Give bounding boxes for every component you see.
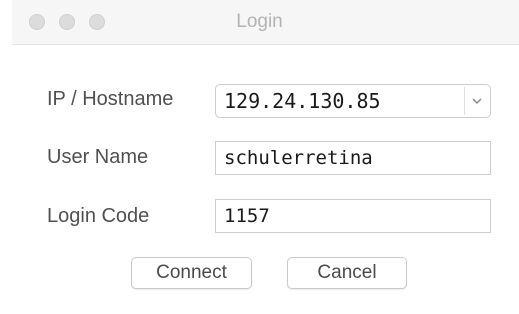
host-value[interactable]: 129.24.130.85	[224, 89, 381, 113]
user-name-label: User Name	[47, 146, 149, 168]
user-name-field[interactable]: schulerretina	[215, 141, 491, 175]
connect-button[interactable]: Connect	[131, 257, 252, 289]
title-bar[interactable]: Login	[12, 0, 519, 45]
login-window: Login IP / Hostname 129.24.130.85 User N…	[0, 0, 519, 314]
cancel-button[interactable]: Cancel	[287, 257, 407, 289]
user-name-value[interactable]: schulerretina	[224, 147, 373, 169]
login-code-label: Login Code	[47, 205, 150, 227]
host-combobox[interactable]: 129.24.130.85	[215, 84, 491, 118]
host-dropdown-button[interactable]	[464, 87, 488, 115]
window-title: Login	[236, 11, 283, 32]
chevron-down-icon	[472, 98, 482, 105]
login-code-field[interactable]: 1157	[215, 199, 491, 233]
host-label: IP / Hostname	[47, 88, 174, 110]
login-code-value[interactable]: 1157	[224, 205, 270, 227]
